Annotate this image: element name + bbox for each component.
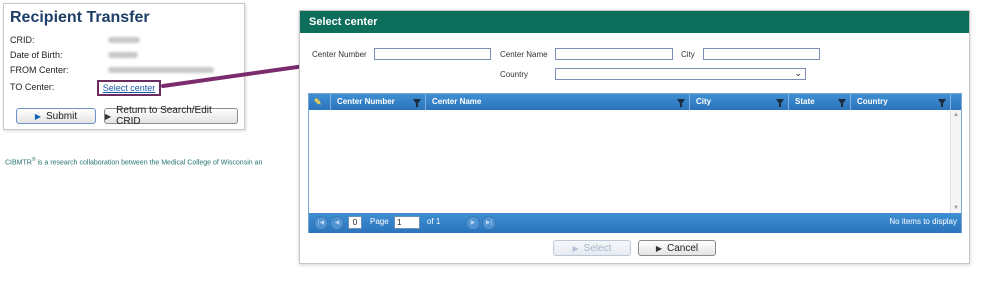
- filter-icon: [776, 99, 784, 107]
- play-icon: ▶: [572, 243, 579, 253]
- grid-pager: |◀ ◀ 0 Page 1 of 1 ▶ ▶| No items to disp…: [309, 213, 961, 233]
- pager-status: No items to display: [889, 217, 957, 226]
- column-country[interactable]: Country: [851, 94, 951, 110]
- current-index-box: 0: [348, 216, 362, 229]
- cancel-button-label: Cancel: [667, 242, 699, 254]
- scroll-down-icon: ▼: [953, 205, 959, 211]
- clear-filters-icon[interactable]: ✎: [309, 94, 331, 110]
- column-city[interactable]: City: [690, 94, 789, 110]
- country-label: Country: [500, 70, 529, 79]
- chevron-down-icon: ⌄: [794, 68, 802, 78]
- column-center-number[interactable]: Center Number: [331, 94, 426, 110]
- page-number-input[interactable]: 1: [394, 216, 420, 229]
- centers-grid: ✎ Center Number Center Name City State C…: [308, 93, 962, 233]
- filter-icon: [938, 99, 946, 107]
- grid-body: [309, 110, 961, 213]
- column-state[interactable]: State: [789, 94, 851, 110]
- select-button[interactable]: ▶ Select: [553, 240, 631, 256]
- dialog-title: Select center: [300, 11, 969, 33]
- scroll-up-icon: ▲: [953, 112, 959, 118]
- select-button-label: Select: [583, 242, 612, 254]
- play-icon: ▶: [655, 243, 662, 253]
- center-name-label: Center Name: [500, 50, 548, 59]
- page-of-label: of 1: [427, 217, 441, 226]
- center-number-label: Center Number: [312, 50, 367, 59]
- city-label: City: [681, 50, 695, 59]
- page-label: Page: [370, 217, 389, 226]
- select-center-dialog: Select center Center Number Center Name …: [299, 10, 970, 264]
- country-select[interactable]: ⌄: [555, 68, 806, 80]
- grid-header: ✎ Center Number Center Name City State C…: [309, 94, 961, 110]
- filter-icon: [413, 99, 421, 107]
- center-name-input[interactable]: [555, 48, 673, 60]
- center-number-input[interactable]: [374, 48, 491, 60]
- city-input[interactable]: [703, 48, 820, 60]
- filter-icon: [677, 99, 685, 107]
- previous-page-button[interactable]: ◀: [330, 216, 344, 230]
- grid-scrollbar[interactable]: ▲ ▼: [950, 110, 961, 213]
- last-page-button[interactable]: ▶|: [482, 216, 496, 230]
- cancel-button[interactable]: ▶ Cancel: [638, 240, 716, 256]
- column-center-name[interactable]: Center Name: [426, 94, 690, 110]
- filter-icon: [838, 99, 846, 107]
- first-page-button[interactable]: |◀: [314, 216, 328, 230]
- next-page-button[interactable]: ▶: [466, 216, 480, 230]
